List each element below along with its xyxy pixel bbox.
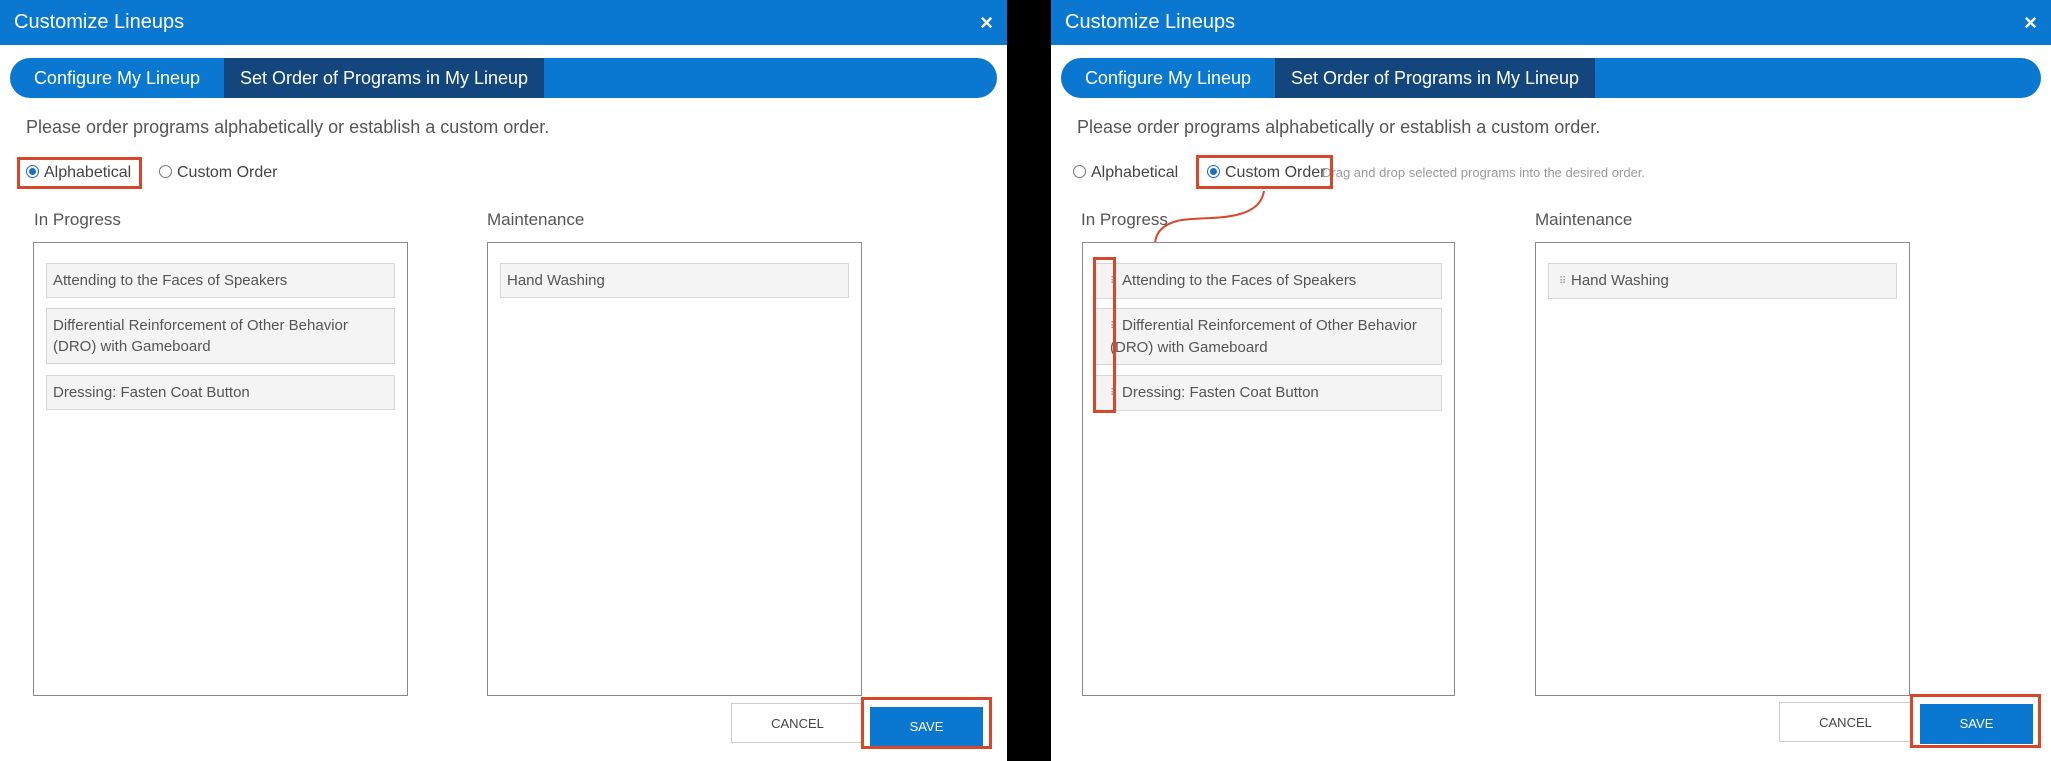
list-maintenance: ⠿ Hand Washing: [1535, 242, 1910, 696]
list-item-label: Dressing: Fasten Coat Button: [1122, 384, 1319, 401]
radio-alphabetical-label: Alphabetical: [44, 164, 132, 181]
dialog-titlebar: Customize Lineups ×: [1051, 0, 2051, 45]
list-item[interactable]: ⠿ Dressing: Fasten Coat Button: [1095, 375, 1442, 411]
list-in-progress: Attending to the Faces of Speakers Diffe…: [33, 242, 408, 696]
tab-set-order-of-programs[interactable]: Set Order of Programs in My Lineup: [1275, 58, 1595, 98]
instructions-text: Please order programs alphabetically or …: [1077, 117, 1601, 137]
column-label-in-progress: In Progress: [1081, 210, 1168, 229]
list-maintenance: Hand Washing: [487, 242, 862, 696]
list-in-progress: ⠿ Attending to the Faces of Speakers ⠿ Dif…: [1082, 242, 1455, 696]
dialog-title: Customize Lineups: [14, 11, 185, 33]
save-button[interactable]: SAVE: [1920, 704, 2033, 744]
list-item[interactable]: Attending to the Faces of Speakers: [46, 263, 395, 298]
radio-unselected-icon: [1073, 165, 1086, 178]
radio-custom-order[interactable]: Custom Order: [1207, 159, 1325, 187]
radio-alphabetical[interactable]: Alphabetical: [26, 159, 131, 187]
order-radio-group: Alphabetical Custom Order Drag and drop …: [1073, 159, 2051, 187]
list-item[interactable]: ⠿ Differential Reinforcement of Other Beh…: [1095, 308, 1442, 365]
dialog-titlebar: Customize Lineups ×: [0, 0, 1007, 45]
instructions-text: Please order programs alphabetically or …: [26, 117, 550, 137]
drag-handle-icon[interactable]: ⠿: [1110, 271, 1118, 292]
tab-configure-my-lineup[interactable]: Configure My Lineup: [1061, 58, 1275, 98]
radio-custom-order-label: Custom Order: [177, 164, 278, 181]
list-item[interactable]: ⠿ Attending to the Faces of Speakers: [1095, 263, 1442, 299]
cancel-button[interactable]: CANCEL: [731, 703, 864, 743]
close-icon[interactable]: ×: [2024, 0, 2037, 45]
radio-alphabetical-label: Alphabetical: [1091, 164, 1179, 181]
list-item[interactable]: Dressing: Fasten Coat Button: [46, 375, 395, 410]
customize-lineups-dialog-alphabetical: Customize Lineups × Configure My Lineup …: [0, 0, 1007, 761]
column-label-maintenance: Maintenance: [487, 210, 585, 229]
list-item[interactable]: Hand Washing: [500, 263, 849, 298]
radio-custom-order[interactable]: Custom Order: [159, 159, 277, 187]
dialog-title: Customize Lineups: [1065, 11, 1236, 33]
list-item-label: Attending to the Faces of Speakers: [1122, 272, 1357, 289]
tab-set-order-of-programs[interactable]: Set Order of Programs in My Lineup: [224, 58, 544, 98]
drag-drop-hint: Drag and drop selected programs into the…: [1322, 165, 1646, 180]
radio-selected-icon: [26, 165, 39, 178]
list-item[interactable]: Differential Reinforcement of Other Beha…: [46, 308, 395, 364]
list-item[interactable]: ⠿ Hand Washing: [1548, 263, 1897, 299]
column-label-in-progress: In Progress: [34, 210, 121, 229]
drag-handle-icon[interactable]: ⠿: [1110, 316, 1118, 337]
column-label-maintenance: Maintenance: [1535, 210, 1633, 229]
radio-selected-icon: [1207, 165, 1220, 178]
cancel-button[interactable]: CANCEL: [1779, 702, 1912, 742]
close-icon[interactable]: ×: [980, 0, 993, 45]
drag-handle-icon[interactable]: ⠿: [1559, 271, 1567, 292]
drag-handle-icon[interactable]: ⠿: [1110, 383, 1118, 404]
radio-custom-order-label: Custom Order: [1225, 164, 1326, 181]
radio-alphabetical[interactable]: Alphabetical: [1073, 159, 1178, 187]
tab-configure-my-lineup[interactable]: Configure My Lineup: [10, 58, 224, 98]
save-button[interactable]: SAVE: [870, 707, 983, 747]
list-item-label: Differential Reinforcement of Other Beha…: [1110, 317, 1417, 356]
radio-unselected-icon: [159, 165, 172, 178]
list-item-label: Hand Washing: [1571, 272, 1669, 289]
customize-lineups-dialog-custom-order: Customize Lineups × Configure My Lineup …: [1051, 0, 2051, 761]
tab-bar: Configure My Lineup Set Order of Program…: [1061, 58, 2041, 98]
tab-bar: Configure My Lineup Set Order of Program…: [10, 58, 997, 98]
